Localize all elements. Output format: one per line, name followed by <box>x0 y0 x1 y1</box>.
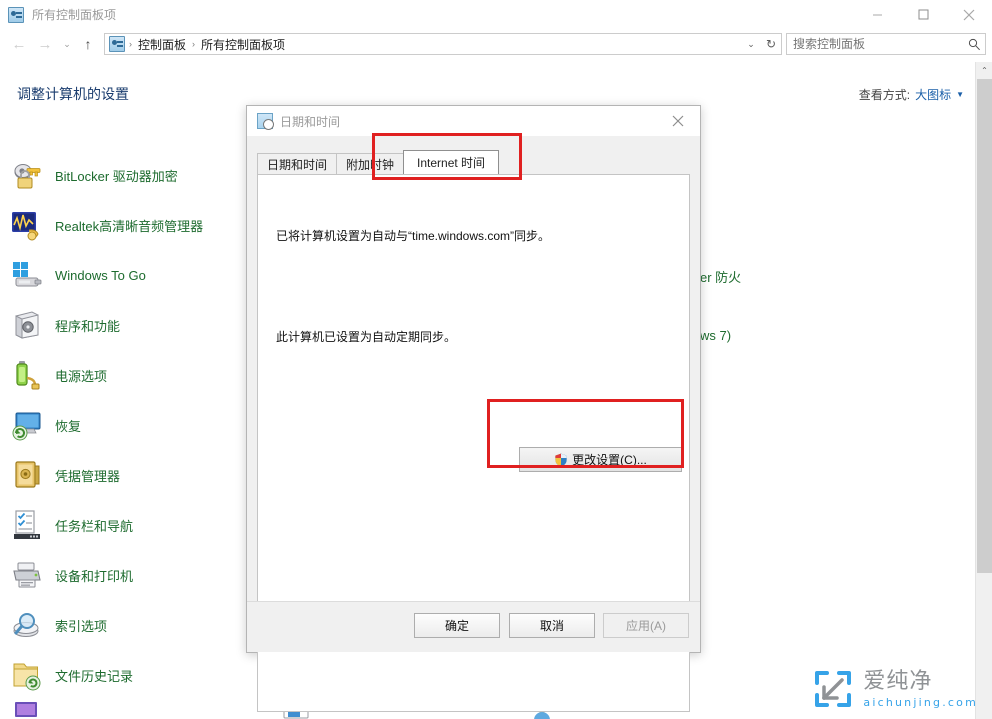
view-by-label: 查看方式: <box>858 88 911 102</box>
recovery-icon <box>10 408 44 442</box>
sync-server-text: 已将计算机设置为自动与“time.windows.com”同步。 <box>276 229 551 243</box>
close-button[interactable] <box>946 0 992 29</box>
list-item-troubleshoot-label: ws 7) <box>700 328 732 343</box>
breadcrumb-separator-1: › <box>192 39 196 49</box>
search-icon[interactable] <box>963 34 985 54</box>
list-item-file-history[interactable]: 文件历史记录 <box>10 650 260 700</box>
programs-features-icon <box>10 308 44 342</box>
navigation-bar: ← → ⌄ ↑ › 控制面板 › 所有控制面板项 ⌄ ↻ <box>0 29 992 59</box>
windows-to-go-icon <box>10 258 44 292</box>
list-item-label: 恢复 <box>55 418 82 434</box>
window-controls <box>854 0 992 29</box>
taskbar-navigation-icon <box>10 508 44 542</box>
search-input[interactable] <box>787 37 963 51</box>
list-item-bitlocker[interactable]: BitLocker 驱动器加密 <box>10 150 260 200</box>
breadcrumb-separator: › <box>129 39 132 49</box>
tab-internet-time[interactable]: Internet 时间 <box>403 150 500 174</box>
date-time-dialog: 日期和时间 日期和时间 附加时钟 Internet 时间 已将计算机设置为自动与… <box>246 105 701 712</box>
file-history-icon <box>10 658 44 692</box>
change-settings-button[interactable]: 更改设置(C)... <box>519 447 682 472</box>
list-item-recovery[interactable]: 恢复 <box>10 400 260 450</box>
list-item-devices-printers[interactable]: 设备和打印机 <box>10 550 260 600</box>
date-time-icon <box>257 113 273 129</box>
list-item-indexing-options[interactable]: 索引选项 <box>10 600 260 650</box>
ok-button[interactable]: 确定 <box>414 613 500 638</box>
grid-column-1: BitLocker 驱动器加密 Realtek高清晰音频管理器 Windows … <box>10 150 260 700</box>
list-item-label: BitLocker 驱动器加密 <box>55 168 178 184</box>
refresh-icon[interactable]: ↻ <box>761 34 781 54</box>
forward-arrow-icon[interactable]: → <box>32 31 58 57</box>
list-item-windows-to-go[interactable]: Windows To Go <box>10 250 260 300</box>
control-panel-icon <box>8 6 24 23</box>
list-item-firewall-label: er 防火 <box>700 270 742 285</box>
list-item-label: 程序和功能 <box>55 318 121 334</box>
view-by-value[interactable]: 大图标 <box>915 86 951 103</box>
tab-date-time[interactable]: 日期和时间 <box>257 153 338 174</box>
minimize-button[interactable] <box>854 0 900 29</box>
watermark-brand-cn: 爱纯净 <box>863 668 933 694</box>
power-options-icon <box>10 358 44 392</box>
dialog-close-button[interactable] <box>656 106 700 136</box>
tab-additional-clocks[interactable]: 附加时钟 <box>336 153 405 174</box>
list-item-label: 任务栏和导航 <box>55 518 134 534</box>
bitlocker-icon <box>10 158 44 192</box>
address-dropdown-icon[interactable]: ⌄ <box>741 34 761 54</box>
chevron-down-icon[interactable]: ▼ <box>956 90 964 99</box>
list-item-programs-features[interactable]: 程序和功能 <box>10 300 260 350</box>
list-item-power-options[interactable]: 电源选项 <box>10 350 260 400</box>
list-item-credential-manager[interactable]: 凭据管理器 <box>10 450 260 500</box>
scroll-thumb[interactable] <box>977 79 992 573</box>
list-item-label: Windows To Go <box>55 267 146 283</box>
address-bar[interactable]: › 控制面板 › 所有控制面板项 ⌄ ↻ <box>104 33 782 55</box>
apply-button: 应用(A) <box>603 613 689 638</box>
change-settings-label: 更改设置(C)... <box>572 453 647 467</box>
up-arrow-icon[interactable]: ↑ <box>76 31 100 57</box>
dialog-titlebar: 日期和时间 <box>247 106 700 136</box>
view-by-control: 查看方式: 大图标 ▼ <box>859 86 964 103</box>
uac-shield-icon <box>555 453 567 466</box>
watermark: 爱纯净 aichunjing.com <box>811 667 978 711</box>
page-title: 调整计算机的设置 <box>17 86 129 102</box>
window-titlebar: 所有控制面板项 <box>0 0 992 29</box>
vertical-scrollbar[interactable]: ⌃ <box>975 62 992 719</box>
dialog-title: 日期和时间 <box>280 114 341 129</box>
dialog-footer: 确定 取消 应用(A) <box>247 601 700 652</box>
back-arrow-icon[interactable]: ← <box>6 31 32 57</box>
credential-manager-icon <box>10 458 44 492</box>
list-item-label: Realtek高清晰音频管理器 <box>55 218 204 234</box>
maximize-button[interactable] <box>900 0 946 29</box>
realtek-audio-icon <box>10 208 44 242</box>
recent-locations-icon[interactable]: ⌄ <box>58 31 76 57</box>
list-item-label: 文件历史记录 <box>55 668 134 684</box>
devices-printers-icon <box>10 558 44 592</box>
list-item-realtek-audio[interactable]: Realtek高清晰音频管理器 <box>10 200 260 250</box>
grid-partial-row <box>10 700 550 719</box>
aichunjing-logo-icon <box>815 671 852 707</box>
breadcrumb-control-panel-icon <box>109 36 125 52</box>
indexing-options-icon <box>10 608 44 642</box>
sync-schedule-text: 此计算机已设置为自动定期同步。 <box>276 330 457 344</box>
dialog-body: 日期和时间 附加时钟 Internet 时间 已将计算机设置为自动与“time.… <box>247 136 700 712</box>
watermark-brand-en: aichunjing.com <box>863 695 978 709</box>
breadcrumb-item-0[interactable]: 控制面板 <box>134 36 190 53</box>
list-item-label: 设备和打印机 <box>55 568 134 584</box>
list-item-label: 电源选项 <box>55 368 108 384</box>
breadcrumb-item-1[interactable]: 所有控制面板项 <box>197 36 289 53</box>
list-item-label: 凭据管理器 <box>55 468 121 484</box>
dialog-tabstrip: 日期和时间 附加时钟 Internet 时间 <box>257 150 500 174</box>
list-item-label: 索引选项 <box>55 618 108 634</box>
window-title: 所有控制面板项 <box>32 8 117 22</box>
display-icon <box>15 702 37 717</box>
list-item-taskbar-navigation[interactable]: 任务栏和导航 <box>10 500 260 550</box>
search-box[interactable] <box>786 33 986 55</box>
scroll-up-button[interactable]: ⌃ <box>976 62 992 79</box>
cancel-button[interactable]: 取消 <box>509 613 595 638</box>
